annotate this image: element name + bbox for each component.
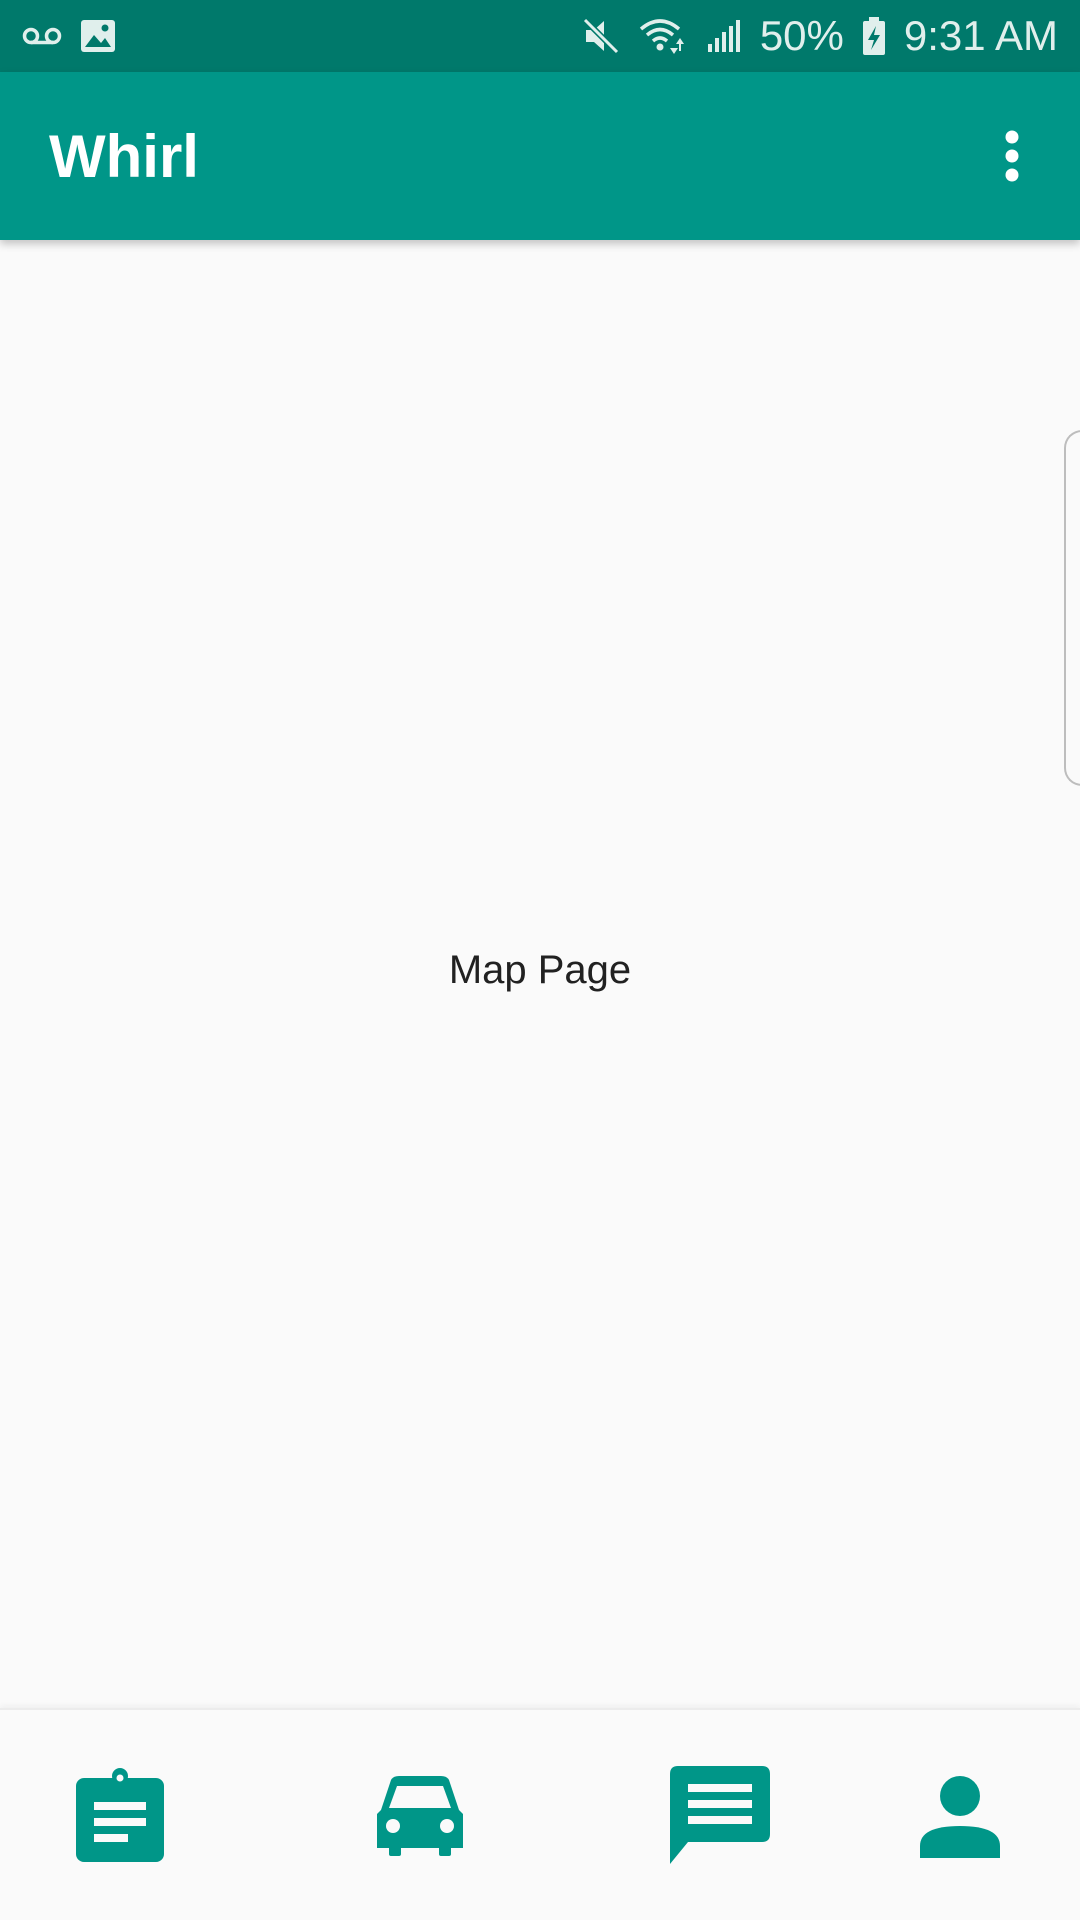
status-right: 50% 9:31 AM bbox=[582, 12, 1058, 60]
edge-panel-handle[interactable] bbox=[1064, 430, 1080, 786]
person-icon bbox=[918, 1774, 1002, 1858]
page-label: Map Page bbox=[448, 948, 632, 992]
battery-percent: 50% bbox=[759, 12, 844, 59]
car-icon bbox=[373, 1774, 467, 1858]
bottom-navigation bbox=[0, 1708, 1080, 1920]
overflow-menu-button[interactable] bbox=[988, 116, 1036, 196]
wifi-icon bbox=[638, 16, 688, 56]
chat-icon bbox=[668, 1764, 772, 1868]
mute-icon bbox=[582, 17, 620, 55]
clock: 9:31 AM bbox=[903, 12, 1058, 59]
nav-item-car[interactable] bbox=[320, 1710, 520, 1920]
main-content: Map Page bbox=[0, 240, 1080, 1708]
status-bar: 50% 9:31 AM bbox=[0, 0, 1080, 72]
image-icon bbox=[80, 19, 116, 53]
app-bar: Whirl bbox=[0, 72, 1080, 240]
signal-icon bbox=[706, 18, 742, 54]
nav-item-chat[interactable] bbox=[620, 1710, 820, 1920]
nav-item-assignment[interactable] bbox=[20, 1710, 220, 1920]
app-title: Whirl bbox=[49, 122, 199, 190]
more-vert-icon bbox=[1004, 130, 1020, 182]
nav-item-profile[interactable] bbox=[860, 1710, 1060, 1920]
voicemail-icon bbox=[22, 26, 62, 46]
status-left bbox=[22, 19, 116, 53]
assignment-icon bbox=[74, 1768, 166, 1864]
battery-charging-icon bbox=[862, 16, 886, 56]
